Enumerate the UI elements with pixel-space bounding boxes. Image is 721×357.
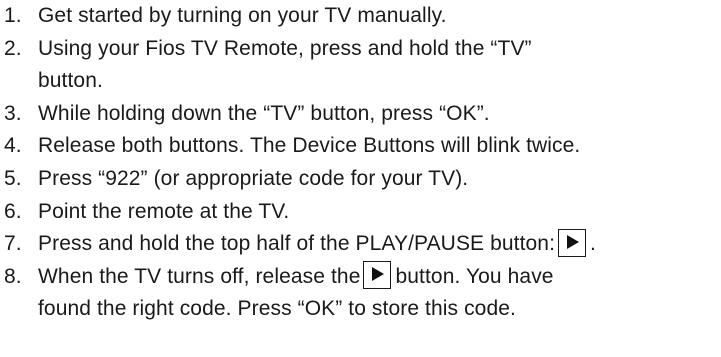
step-text: Press “922” (or appropriate code for you… — [38, 166, 469, 190]
step-5: 5. Press “922” (or appropriate code for … — [0, 163, 721, 196]
instruction-steps: 1. Get started by turning on your TV man… — [0, 0, 721, 326]
step-4: 4. Release both buttons. The Device Butt… — [0, 130, 721, 163]
step-number: 7. — [4, 232, 22, 256]
play-icon — [363, 261, 392, 290]
step-text-continued: found the right code. Press “OK” to stor… — [38, 297, 516, 321]
step-text-end: . — [590, 232, 596, 256]
step-text-continued: button. — [38, 69, 103, 93]
step-text: When the TV turns off, release the — [38, 264, 361, 288]
step-text: Press and hold the top half of the PLAY/… — [38, 232, 556, 256]
step-number: 6. — [4, 199, 22, 223]
step-number: 4. — [4, 134, 22, 158]
play-icon — [558, 228, 587, 257]
step-2: 2. Using your Fios TV Remote, press and … — [0, 33, 721, 98]
step-7: 7. Press and hold the top half of the PL… — [0, 228, 721, 261]
step-text: Release both buttons. The Device Buttons… — [38, 134, 581, 158]
step-number: 1. — [4, 4, 22, 27]
step-text-after-icon: button. You have — [395, 264, 554, 288]
step-6: 6. Point the remote at the TV. — [0, 196, 721, 229]
step-number: 3. — [4, 101, 22, 125]
step-8: 8. When the TV turns off, release the but… — [0, 261, 721, 326]
step-1: 1. Get started by turning on your TV man… — [0, 0, 721, 33]
step-text: Point the remote at the TV. — [38, 199, 290, 223]
step-number: 5. — [4, 166, 22, 190]
step-number: 8. — [4, 264, 22, 288]
step-text: Get started by turning on your TV manual… — [38, 4, 447, 27]
step-text: While holding down the “TV” button, pres… — [38, 101, 490, 125]
step-text: Using your Fios TV Remote, press and hol… — [38, 36, 532, 60]
step-3: 3. While holding down the “TV” button, p… — [0, 98, 721, 131]
step-number: 2. — [4, 36, 22, 60]
